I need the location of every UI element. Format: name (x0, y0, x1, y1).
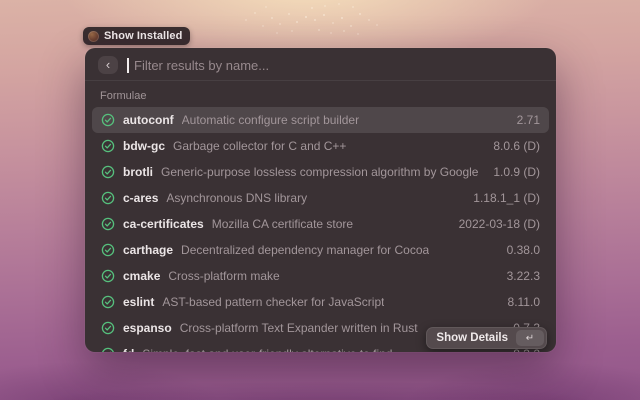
homebrew-icon (88, 31, 99, 42)
list-item[interactable]: autoconf Automatic configure script buil… (92, 107, 549, 133)
list-item[interactable]: carthage Decentralized dependency manage… (92, 237, 549, 263)
list-item[interactable]: c-ares Asynchronous DNS library 1.18.1_1… (92, 185, 549, 211)
list-item[interactable]: cmake Cross-platform make 3.22.3 (92, 263, 549, 289)
formula-name: espanso (123, 321, 172, 335)
list-item[interactable]: bdw-gc Garbage collector for C and C++ 8… (92, 133, 549, 159)
formula-description: Cross-platform make (168, 269, 279, 283)
section-label-formulae: Formulae (100, 90, 541, 102)
formula-version: 8.0.6 (D) (493, 139, 540, 153)
check-circle-icon (101, 139, 115, 153)
formula-name: autoconf (123, 113, 174, 127)
formula-name: bdw-gc (123, 139, 165, 153)
search-input[interactable] (134, 58, 543, 73)
list-item[interactable]: brotli Generic-purpose lossless compress… (92, 159, 549, 185)
formula-version: 3.22.3 (507, 269, 540, 283)
list-item[interactable]: ca-certificates Mozilla CA certificate s… (92, 211, 549, 237)
show-details-button[interactable]: Show Details ↵ (426, 327, 547, 349)
list-item[interactable]: eslint AST-based pattern checker for Jav… (92, 289, 549, 315)
show-installed-button[interactable]: Show Installed (83, 27, 190, 45)
check-circle-icon (101, 243, 115, 257)
formula-description: Asynchronous DNS library (166, 191, 307, 205)
formula-version: 1.0.9 (D) (493, 165, 540, 179)
check-circle-icon (101, 217, 115, 231)
formula-description: Decentralized dependency manager for Coc… (181, 243, 429, 257)
formula-version: 1.18.1_1 (D) (473, 191, 540, 205)
formula-version: 8.11.0 (508, 295, 540, 309)
wallpaper-speckles (305, 16, 307, 18)
check-circle-icon (101, 165, 115, 179)
formula-name: brotli (123, 165, 153, 179)
formulae-list: autoconf Automatic configure script buil… (92, 107, 549, 352)
check-circle-icon (101, 347, 115, 352)
formula-name: fd (123, 347, 134, 352)
formula-description: Simple, fast and user-friendly alternati… (142, 347, 392, 352)
formula-name: c-ares (123, 191, 158, 205)
show-installed-label: Show Installed (104, 30, 182, 42)
formula-description: Automatic configure script builder (182, 113, 359, 127)
divider (85, 80, 556, 81)
check-circle-icon (101, 191, 115, 205)
formula-version: 2022-03-18 (D) (459, 217, 540, 231)
back-button[interactable]: ‹ (98, 56, 118, 74)
formula-version: 0.38.0 (507, 243, 540, 257)
check-circle-icon (101, 113, 115, 127)
formula-description: Generic-purpose lossless compression alg… (161, 165, 478, 179)
raycast-window: ‹ Formulae autoconf Automatic configure … (85, 48, 556, 352)
formula-name: carthage (123, 243, 173, 257)
check-circle-icon (101, 321, 115, 335)
formula-description: Cross-platform Text Expander written in … (180, 321, 418, 335)
formula-description: AST-based pattern checker for JavaScript (162, 295, 384, 309)
formula-description: Garbage collector for C and C++ (173, 139, 346, 153)
formula-name: cmake (123, 269, 160, 283)
show-details-label: Show Details (436, 332, 508, 344)
formula-name: eslint (123, 295, 154, 309)
check-circle-icon (101, 295, 115, 309)
enter-key-icon: ↵ (516, 330, 544, 346)
formula-description: Mozilla CA certificate store (212, 217, 353, 231)
search-bar: ‹ (85, 48, 556, 80)
formula-name: ca-certificates (123, 217, 204, 231)
chevron-left-icon: ‹ (106, 58, 110, 71)
check-circle-icon (101, 269, 115, 283)
text-cursor (127, 58, 129, 73)
formula-version: 2.71 (517, 113, 540, 127)
